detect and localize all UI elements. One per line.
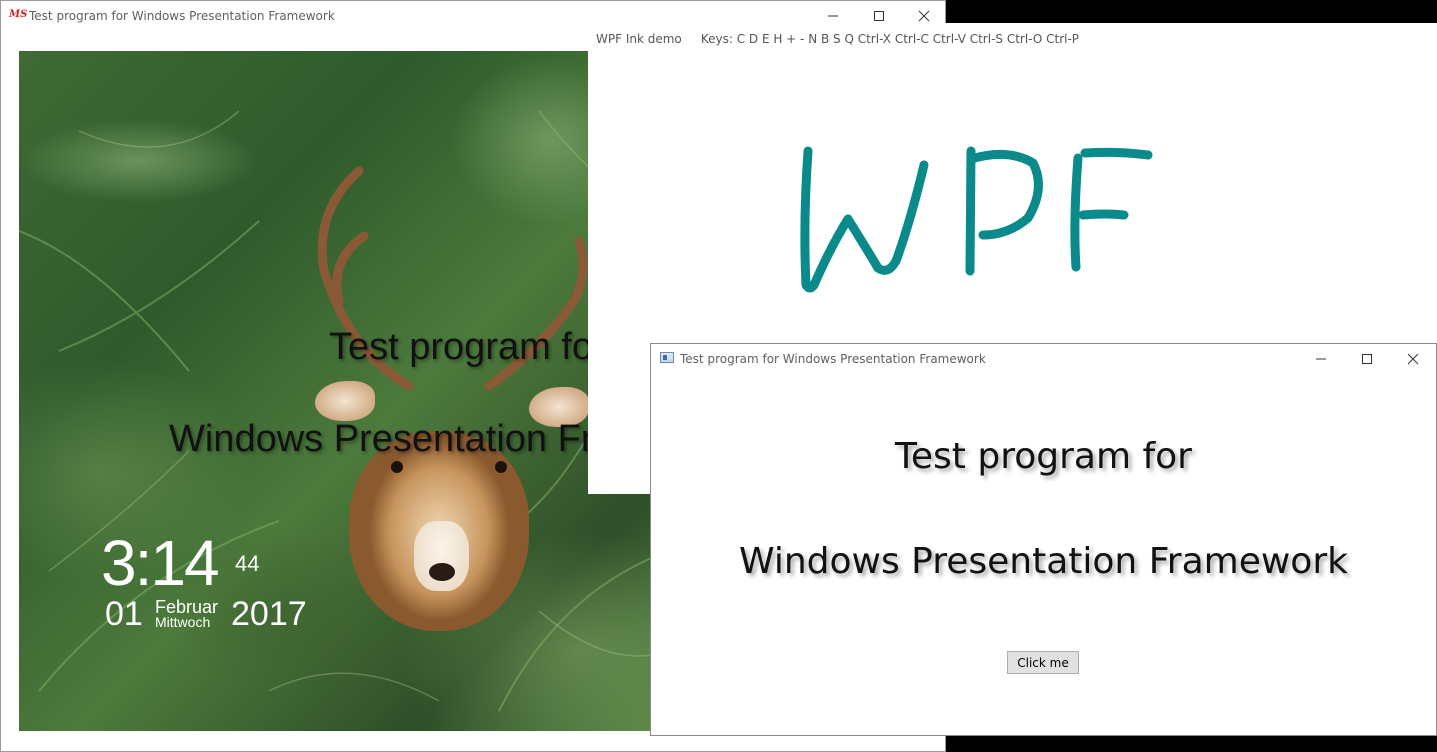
clock-seconds: 44 <box>235 551 260 576</box>
front-window[interactable]: Test program for Windows Presentation Fr… <box>650 343 1437 736</box>
clock-day: 01 <box>105 595 143 633</box>
main-window-title: Test program for Windows Presentation Fr… <box>29 9 335 23</box>
deer-nose <box>429 563 455 581</box>
deer-eye-left <box>391 461 403 473</box>
front-heading-line1: Test program for <box>895 436 1192 477</box>
front-close-button[interactable] <box>1390 344 1436 374</box>
deer-eye-right <box>495 461 507 473</box>
clock-time: 3:14 <box>101 527 220 599</box>
minimize-icon <box>1316 358 1326 360</box>
ms-app-icon: MS <box>9 9 28 20</box>
front-titlebar[interactable]: Test program for Windows Presentation Fr… <box>651 344 1436 374</box>
ink-strokes-wpf <box>800 146 1153 293</box>
clock-weekday: Mittwoch <box>155 614 211 630</box>
overlay-title-line1: Test program for <box>329 326 606 368</box>
window-app-icon <box>660 352 674 363</box>
front-window-title: Test program for Windows Presentation Fr… <box>680 352 986 366</box>
minimize-icon <box>828 15 838 17</box>
maximize-icon <box>874 11 884 21</box>
deer-photo: Test program for Windows Presentation Fr… <box>19 51 679 731</box>
front-minimize-button[interactable] <box>1298 344 1344 374</box>
close-icon <box>1407 353 1419 365</box>
clock-year: 2017 <box>231 595 307 633</box>
front-maximize-button[interactable] <box>1344 344 1390 374</box>
close-icon <box>918 10 930 22</box>
maximize-icon <box>1362 354 1372 364</box>
click-me-button[interactable]: Click me <box>1007 651 1079 674</box>
deer-ear-left <box>315 381 375 421</box>
front-heading-line2: Windows Presentation Framework <box>739 541 1348 582</box>
